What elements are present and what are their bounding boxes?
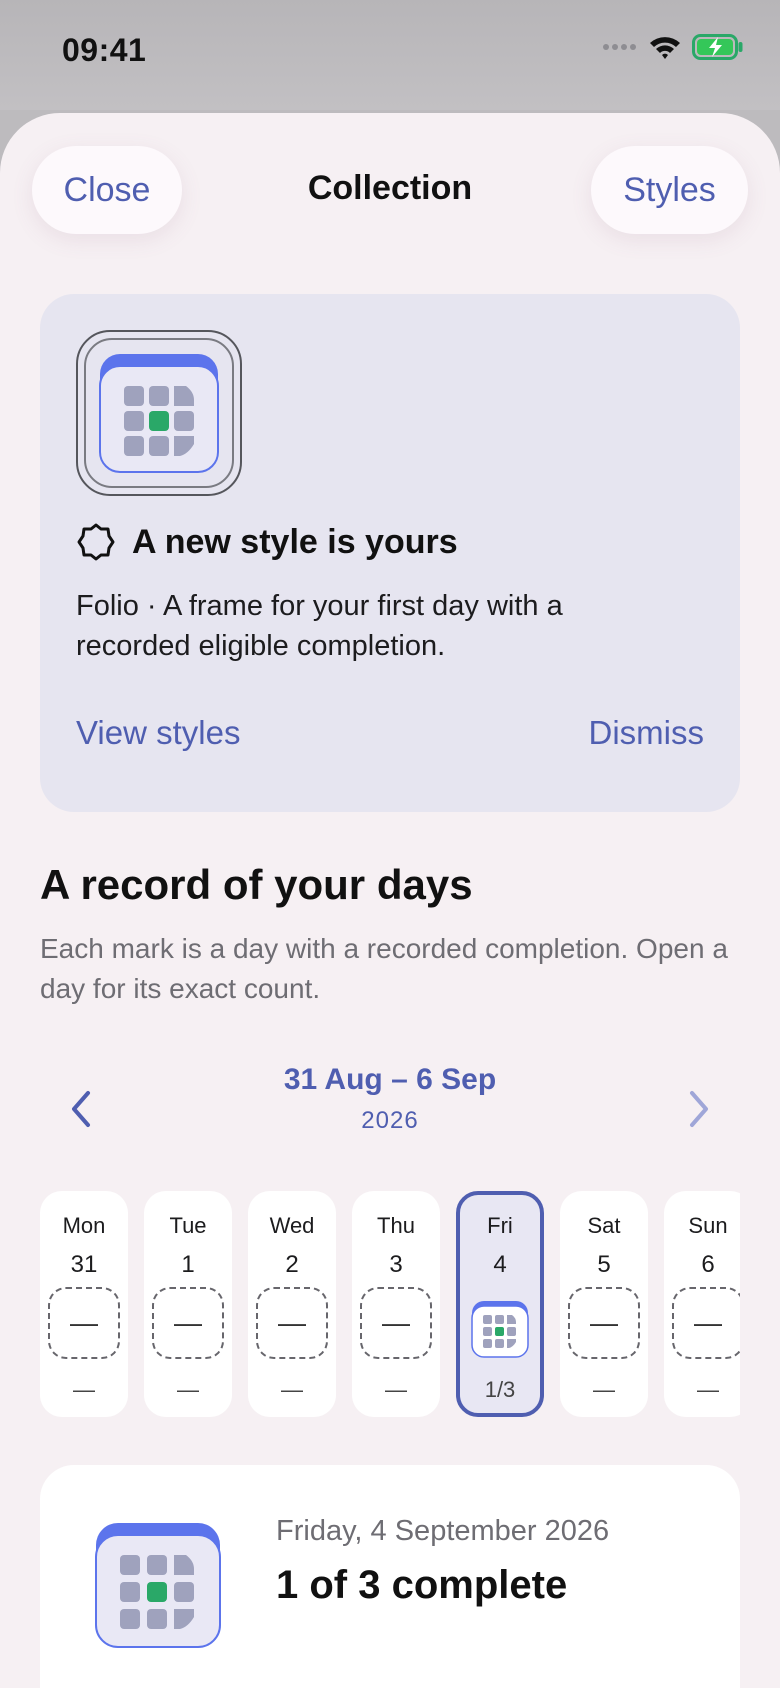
week-range: 31 Aug – 6 Sep — [283, 1063, 497, 1096]
new-style-banner: A new style is yours Folio · A frame for… — [40, 294, 740, 812]
battery-charging-icon — [692, 34, 743, 60]
section-subtitle: Each mark is a day with a recorded compl… — [40, 933, 728, 1004]
day-count: — — [177, 1377, 199, 1402]
day-mark-empty: — — [256, 1287, 328, 1359]
day-name: Wed — [269, 1213, 315, 1238]
banner-title-row: A new style is yours — [76, 522, 458, 562]
day-sat[interactable]: Sat 5 — — — [560, 1191, 648, 1417]
day-detail-card[interactable]: Friday, 4 September 2026 1 of 3 complete — [40, 1465, 740, 1688]
day-count: — — [281, 1377, 303, 1402]
day-name: Thu — [377, 1213, 415, 1238]
day-sun[interactable]: Sun 6 — — — [664, 1191, 740, 1417]
day-name: Sat — [587, 1213, 621, 1238]
day-wed[interactable]: Wed 2 — — — [248, 1191, 336, 1417]
day-tue[interactable]: Tue 1 — — — [144, 1191, 232, 1417]
day-number: 5 — [597, 1251, 611, 1278]
styles-button[interactable]: Styles — [591, 146, 748, 234]
folio-frame-preview — [76, 330, 242, 496]
day-number: 4 — [493, 1251, 507, 1278]
section-title: A record of your days — [40, 861, 473, 908]
calendar-grid-icon — [99, 354, 219, 473]
detail-status: 1 of 3 complete — [276, 1563, 568, 1607]
day-mark-empty: — — [568, 1287, 640, 1359]
day-mark-empty: — — [360, 1287, 432, 1359]
signal-icon — [603, 44, 636, 50]
status-bar: 09:41 — [0, 0, 780, 110]
day-count: — — [697, 1377, 719, 1402]
view-styles-link[interactable]: View styles — [76, 714, 240, 752]
wifi-icon — [650, 37, 680, 59]
week-year: 2026 — [361, 1107, 419, 1134]
day-name: Mon — [62, 1213, 106, 1238]
week-navigator: 31 Aug – 6 Sep 2026 — [0, 1063, 780, 1153]
detail-date: Friday, 4 September 2026 — [276, 1515, 610, 1547]
day-thu[interactable]: Thu 3 — — — [352, 1191, 440, 1417]
dismiss-link[interactable]: Dismiss — [589, 714, 704, 752]
day-number: 3 — [389, 1251, 403, 1278]
day-count: — — [385, 1377, 407, 1402]
day-name: Sun — [688, 1213, 728, 1238]
collection-sheet: Close Collection Styles A new style is y… — [0, 113, 780, 1688]
day-mark-empty: — — [48, 1287, 120, 1359]
calendar-grid-icon — [471, 1301, 529, 1358]
day-count: — — [593, 1377, 615, 1402]
day-number: 6 — [701, 1251, 715, 1278]
day-mon[interactable]: Mon 31 — — — [40, 1191, 128, 1417]
style-badge-icon — [77, 523, 115, 561]
day-name: Fri — [487, 1213, 513, 1238]
day-fri-selected[interactable]: Fri 4 1/3 — [456, 1191, 544, 1417]
status-time: 09:41 — [62, 32, 147, 68]
banner-body: Folio · A frame for your first day with … — [76, 590, 563, 662]
day-number: 1 — [181, 1251, 195, 1278]
banner-title: A new style is yours — [132, 522, 458, 561]
day-name: Tue — [169, 1213, 207, 1238]
day-number: 31 — [70, 1251, 98, 1278]
day-number: 2 — [285, 1251, 299, 1278]
day-mark-empty: — — [152, 1287, 224, 1359]
day-mark-empty: — — [672, 1287, 740, 1359]
day-count: 1/3 — [484, 1377, 516, 1402]
week-day-strip: Mon 31 — — Tue 1 — — Wed 2 — — Thu 3 — —… — [40, 1191, 740, 1417]
day-count: — — [73, 1377, 95, 1402]
nav-bar: Close Collection Styles — [0, 113, 780, 283]
status-icons — [602, 34, 744, 60]
chevron-right-icon[interactable] — [678, 1087, 718, 1131]
calendar-grid-icon — [95, 1523, 221, 1648]
